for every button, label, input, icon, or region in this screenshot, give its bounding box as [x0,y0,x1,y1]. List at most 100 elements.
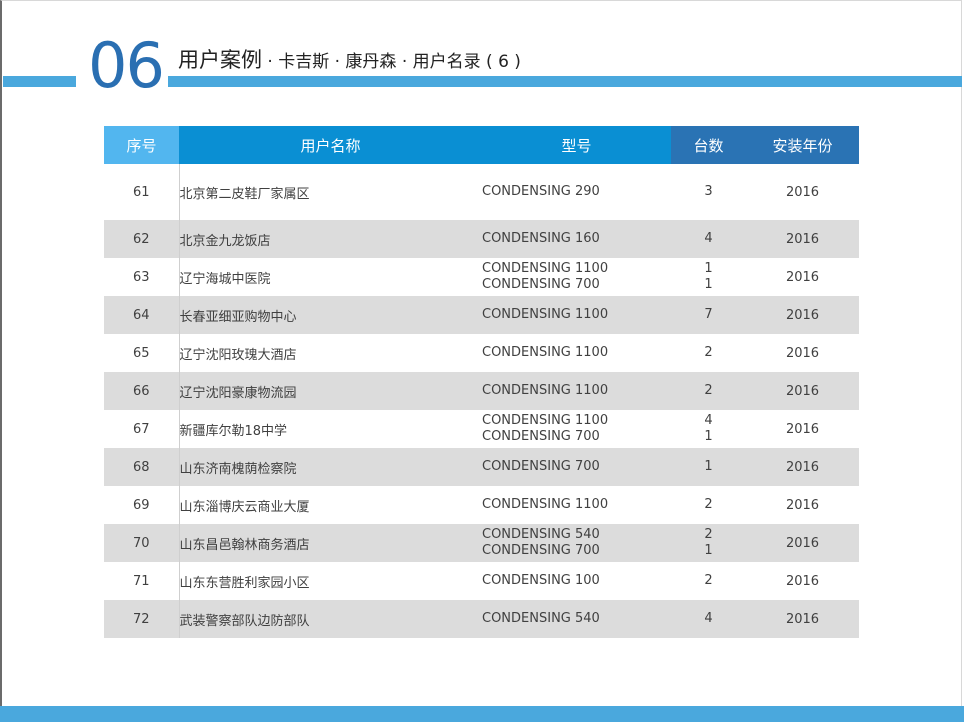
cell-model: CONDENSING 1100 CONDENSING 700 [482,258,671,296]
cell-user-name: 山东昌邑翰林商务酒店 [178,524,482,562]
cell-year: 2016 [785,184,820,200]
cell-model: CONDENSING 100 [482,562,671,600]
qty-line: 2 [704,383,713,398]
table-row: 65 辽宁沈阳玫瑰大酒店 CONDENSING 1100 2 2016 [104,334,859,372]
qty-line: 7 [704,307,713,322]
qty-line: 1 [704,543,713,558]
cell-year: 2016 [746,296,859,334]
cell-no: 66 [104,372,179,410]
cell-year: 2016 [746,524,859,562]
table-row: 66 辽宁沈阳豪康物流园 CONDENSING 1100 2 2016 [104,372,859,410]
cell-user-name: 新疆库尔勒18中学 [178,410,482,448]
qty-line: 1 [704,459,713,474]
cell-qty: 2 [671,486,746,524]
cell-no: 65 [132,345,150,361]
cell-qty: 21 [671,524,746,562]
cell-model: CONDENSING 1100 [482,372,671,410]
header-accent-bar [3,76,76,87]
cell-qty: 3 [671,164,746,220]
model-line: CONDENSING 100 [482,573,600,588]
model-line: CONDENSING 1100 [482,383,609,398]
model-line: CONDENSING 700 [482,429,600,444]
model-line: CONDENSING 540 [482,611,600,626]
cell-qty: 2 [671,372,746,410]
cell-no: 67 [132,421,150,437]
cell-no: 68 [104,448,179,486]
qty-line: 1 [704,429,713,444]
table-row: 63 辽宁海城中医院 CONDENSING 1100 CONDENSING 700 1 1… [104,258,859,296]
cell-model: CONDENSING 1100 CONDENSING 700 [482,410,671,448]
cell-year: 2016 [746,448,859,486]
cell-model: CONDENSING 1100 [482,486,671,524]
table-row: 67 新疆库尔勒18中学 CONDENSING 1100 CONDENSING 700… [104,410,859,448]
table-row: 72 武装警察部队边防部队 CONDENSING 540 4 2016 [104,600,859,638]
model-line: CONDENSING 1100 [482,261,609,276]
cell-year: 2016 [785,573,820,589]
cell-year: 2016 [785,269,820,285]
cell-model: CONDENSING 1100 [482,296,671,334]
cell-no: 70 [104,524,179,562]
qty-line: 4 [704,611,713,626]
qty-line: 2 [704,345,713,360]
cell-user-name: 长春亚细亚购物中心 [178,296,482,334]
table-header-row: 序号 用户名称 型号 台数 安装年份 [104,126,859,164]
cell-qty: 2 [671,562,746,600]
table-row: 70 山东昌邑翰林商务酒店 CONDENSING 540 CONDENSING 700… [104,524,859,562]
model-line: CONDENSING 1100 [482,413,609,428]
cell-qty: 1 [671,448,746,486]
column-header-name: 用户名称 [179,126,482,164]
cell-year: 2016 [746,220,859,258]
cell-qty: 7 [671,296,746,334]
qty-line: 2 [704,497,713,512]
table-row: 61 北京第二皮鞋厂家属区 CONDENSING 290 3 2016 [104,164,859,220]
cell-year: 2016 [746,372,859,410]
model-line: CONDENSING 1100 [482,497,609,512]
cell-year: 2016 [785,497,820,513]
table-row: 62 北京金九龙饭店 CONDENSING 160 4 2016 [104,220,859,258]
qty-line: 1 [704,261,713,276]
cell-qty: 4 [671,600,746,638]
table-body: 61 北京第二皮鞋厂家属区 CONDENSING 290 3 2016 62 北京金九龙饭店… [104,164,859,638]
model-line: CONDENSING 1100 [482,345,609,360]
column-header-model: 型号 [482,126,671,164]
cell-year: 2016 [785,345,820,361]
cell-no: 64 [104,296,179,334]
cell-model: CONDENSING 1100 [482,334,671,372]
cell-model: CONDENSING 160 [482,220,671,258]
cell-qty: 41 [671,410,746,448]
cell-user-name: 辽宁沈阳玫瑰大酒店 [178,334,482,372]
cell-user-name: 山东淄博庆云商业大厦 [178,486,482,524]
column-header-year: 安装年份 [746,126,859,164]
cell-user-name: 辽宁海城中医院 [178,258,482,296]
cell-no: 71 [132,573,150,589]
qty-line: 4 [704,413,713,428]
cell-no: 63 [132,269,150,285]
footer-bar [0,706,964,722]
cell-user-name: 武装警察部队边防部队 [178,600,482,638]
cell-year: 2016 [746,600,859,638]
cell-no: 69 [132,497,150,513]
model-line: CONDENSING 1100 [482,307,609,322]
table-row: 71 山东东营胜利家园小区 CONDENSING 100 2 2016 [104,562,859,600]
qty-line: 4 [704,231,713,246]
cell-year: 2016 [785,421,820,437]
column-header-no: 序号 [104,126,179,164]
qty-line: 2 [704,527,713,542]
table-row: 69 山东淄博庆云商业大厦 CONDENSING 1100 2 2016 [104,486,859,524]
model-line: CONDENSING 540 [482,527,600,542]
cell-user-name: 北京金九龙饭店 [178,220,482,258]
page-title: 用户案例 · 卡吉斯 · 康丹森 · 用户名录 ( 6 ) [178,44,521,74]
model-line: CONDENSING 290 [482,184,600,199]
cell-qty: 4 [671,220,746,258]
page-title-sub: · 卡吉斯 · 康丹森 · 用户名录 ( 6 ) [262,52,521,72]
cell-model: CONDENSING 700 [482,448,671,486]
qty-line: 3 [704,184,713,199]
cell-no: 61 [132,184,150,200]
section-number: 06 [88,29,165,102]
cell-user-name: 辽宁沈阳豪康物流园 [178,372,482,410]
cell-user-name: 山东济南槐荫检察院 [178,448,482,486]
model-line: CONDENSING 700 [482,459,600,474]
cell-no: 62 [104,220,179,258]
cell-qty: 2 [671,334,746,372]
model-line: CONDENSING 700 [482,277,600,292]
